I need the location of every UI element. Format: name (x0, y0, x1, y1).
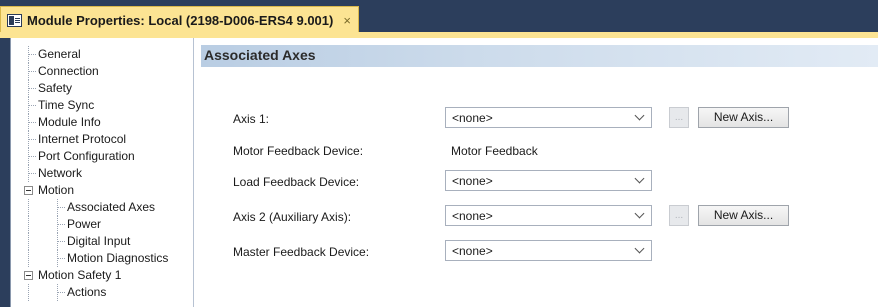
tree-item-motion-safety-1[interactable]: Motion Safety 1 (11, 267, 193, 284)
module-properties-icon (7, 13, 22, 27)
document-tab[interactable]: Module Properties: Local (2198-D006-ERS4… (0, 6, 359, 33)
chevron-down-icon[interactable] (634, 243, 645, 254)
tree-item-label: General (38, 47, 81, 61)
tree-item-power[interactable]: Power (11, 216, 193, 233)
tree-item-label: Internet Protocol (38, 132, 127, 146)
tree-item-label: Connection (38, 64, 99, 78)
tree-item-connection[interactable]: Connection (11, 63, 193, 80)
collapse-icon[interactable] (24, 271, 33, 280)
axis1-new-axis-button[interactable]: New Axis... (698, 107, 789, 128)
chevron-down-icon[interactable] (634, 173, 645, 184)
tab-title: Module Properties: Local (2198-D006-ERS4… (27, 12, 334, 28)
master-feedback-label: Master Feedback Device: (233, 245, 370, 259)
tree-item-label: Module Info (38, 115, 101, 129)
tree-item-label: Power (67, 217, 102, 231)
chevron-down-icon[interactable] (634, 208, 645, 219)
load-feedback-select[interactable]: <none> (445, 170, 652, 191)
tree-item-label: Port Configuration (38, 149, 135, 163)
tree-item-label: Digital Input (67, 234, 131, 248)
motor-feedback-label: Motor Feedback Device: (233, 144, 364, 158)
tree-item-safety[interactable]: Safety (11, 80, 193, 97)
tree-item-label: Safety (38, 81, 73, 95)
tree-item-label: Actions (67, 285, 107, 299)
module-properties-panel: General Connection Safety Time Sync Modu… (10, 38, 878, 307)
tree-item-associated-axes[interactable]: Associated Axes (11, 199, 193, 216)
tree-item-label: Motion Safety 1 (38, 268, 122, 282)
tree-item-label: Network (38, 166, 83, 180)
tree-item-motion[interactable]: Motion (11, 182, 193, 199)
section-header: Associated Axes (201, 45, 878, 67)
tree-item-port-configuration[interactable]: Port Configuration (11, 148, 193, 165)
axis1-browse-button[interactable]: ... (669, 107, 689, 128)
load-feedback-value: <none> (452, 174, 493, 188)
tree-item-motion-diagnostics[interactable]: Motion Diagnostics (11, 250, 193, 267)
tree-item-label: Time Sync (38, 98, 95, 112)
tree-item-digital-input[interactable]: Digital Input (11, 233, 193, 250)
tree-item-module-info[interactable]: Module Info (11, 114, 193, 131)
axis1-select[interactable]: <none> (445, 107, 652, 128)
load-feedback-label: Load Feedback Device: (233, 175, 360, 189)
axis2-browse-button[interactable]: ... (669, 205, 689, 226)
tree-item-label: Associated Axes (67, 200, 156, 214)
axis2-value: <none> (452, 209, 493, 223)
section-title: Associated Axes (204, 47, 316, 63)
tree-item-actions[interactable]: Actions (11, 284, 193, 301)
collapse-icon[interactable] (24, 186, 33, 195)
axis2-new-axis-button[interactable]: New Axis... (698, 205, 789, 226)
tree-item-internet-protocol[interactable]: Internet Protocol (11, 131, 193, 148)
master-feedback-select[interactable]: <none> (445, 240, 652, 261)
content-area: Associated Axes Axis 1: <none> ... New A… (201, 38, 878, 307)
tree-item-label: Motion (38, 183, 75, 197)
tree-item-time-sync[interactable]: Time Sync (11, 97, 193, 114)
tree-item-general[interactable]: General (11, 46, 193, 63)
axis1-value: <none> (452, 111, 493, 125)
close-icon[interactable]: × (343, 14, 351, 27)
tree-item-label: Motion Diagnostics (67, 251, 169, 265)
motor-feedback-value: Motor Feedback (451, 144, 538, 158)
chevron-down-icon[interactable] (634, 110, 645, 121)
category-tree: General Connection Safety Time Sync Modu… (11, 38, 194, 307)
axis2-label: Axis 2 (Auxiliary Axis): (233, 210, 352, 224)
axis2-select[interactable]: <none> (445, 205, 652, 226)
axis1-label: Axis 1: (233, 112, 270, 126)
master-feedback-value: <none> (452, 244, 493, 258)
tree-item-network[interactable]: Network (11, 165, 193, 182)
